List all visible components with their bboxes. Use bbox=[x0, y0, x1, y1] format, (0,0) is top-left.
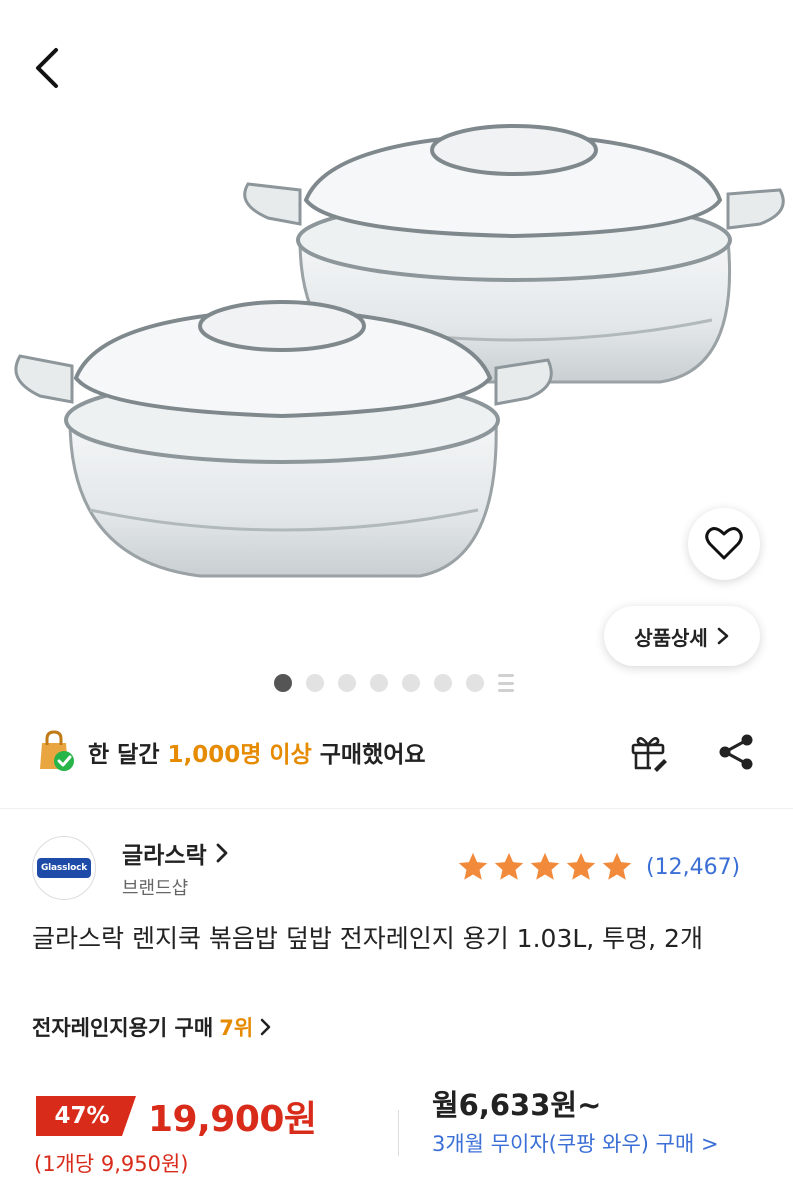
discount-rate: 47% bbox=[54, 1103, 110, 1129]
heart-icon bbox=[705, 527, 743, 560]
shopping-bag-check-icon bbox=[40, 730, 74, 771]
star-icon bbox=[602, 852, 632, 880]
carousel-dot[interactable] bbox=[402, 674, 420, 692]
carousel-dot[interactable] bbox=[338, 674, 356, 692]
price-divider bbox=[398, 1110, 399, 1156]
section-divider bbox=[0, 808, 793, 809]
chevron-left-icon bbox=[36, 48, 58, 88]
sales-prefix: 한 달간 bbox=[88, 742, 168, 768]
star-icon bbox=[530, 852, 560, 880]
rank-label: 전자레인지용기 구매 bbox=[32, 1016, 214, 1040]
brand-shop-label: 브랜드샵 bbox=[122, 878, 189, 899]
sales-highlight: 1,000명 이상 bbox=[167, 742, 312, 768]
unit-price: (1개당 9,950원) bbox=[34, 1152, 189, 1176]
installment-link[interactable]: 3개월 무이자(쿠팡 와우) 구매 > bbox=[432, 1128, 772, 1160]
product-detail-button[interactable]: 상품상세 bbox=[604, 606, 760, 666]
carousel-dot[interactable] bbox=[466, 674, 484, 692]
product-title: 글라스락 렌지쿡 볶음밥 덮밥 전자레인지 용기 1.03L, 투명, 2개 bbox=[32, 924, 703, 953]
gift-button[interactable] bbox=[624, 728, 672, 776]
category-rank-link[interactable]: 전자레인지용기 구매 7위 bbox=[32, 1012, 271, 1042]
star-icon bbox=[494, 852, 524, 880]
sale-price: 19,900원 bbox=[148, 1099, 317, 1140]
brand-link[interactable]: 글라스락 bbox=[122, 836, 229, 870]
product-image[interactable] bbox=[0, 120, 793, 600]
discount-badge: 47% bbox=[36, 1096, 136, 1136]
monthly-price: 월6,633원~ bbox=[432, 1088, 602, 1122]
brand-name: 글라스락 bbox=[122, 843, 207, 869]
carousel-dot[interactable] bbox=[274, 674, 292, 692]
sales-suffix: 구매했어요 bbox=[311, 742, 426, 768]
sales-banner: 한 달간 1,000명 이상 구매했어요 bbox=[32, 728, 426, 776]
star-icon bbox=[566, 852, 596, 880]
carousel-indicator bbox=[274, 674, 514, 692]
brand-logo-mark: Glasslock bbox=[37, 858, 91, 878]
star-icon bbox=[458, 852, 488, 880]
share-icon bbox=[719, 734, 753, 770]
chevron-right-icon bbox=[717, 627, 729, 645]
review-count: (12,467) bbox=[646, 854, 741, 880]
wishlist-button[interactable] bbox=[688, 508, 760, 580]
sales-text: 한 달간 1,000명 이상 구매했어요 bbox=[88, 735, 426, 769]
carousel-dot[interactable] bbox=[370, 674, 388, 692]
carousel-dot[interactable] bbox=[434, 674, 452, 692]
chevron-right-icon bbox=[260, 1018, 271, 1036]
chevron-right-icon bbox=[216, 843, 228, 863]
more-images-icon[interactable] bbox=[498, 674, 514, 692]
rating[interactable]: (12,467) bbox=[456, 850, 740, 884]
rank-value: 7위 bbox=[219, 1016, 254, 1040]
gift-icon bbox=[631, 737, 667, 772]
carousel-dot[interactable] bbox=[306, 674, 324, 692]
share-button[interactable] bbox=[712, 728, 760, 776]
product-detail-label: 상품상세 bbox=[634, 625, 708, 650]
brand-logo[interactable]: Glasslock bbox=[32, 836, 96, 900]
back-button[interactable] bbox=[28, 44, 68, 92]
